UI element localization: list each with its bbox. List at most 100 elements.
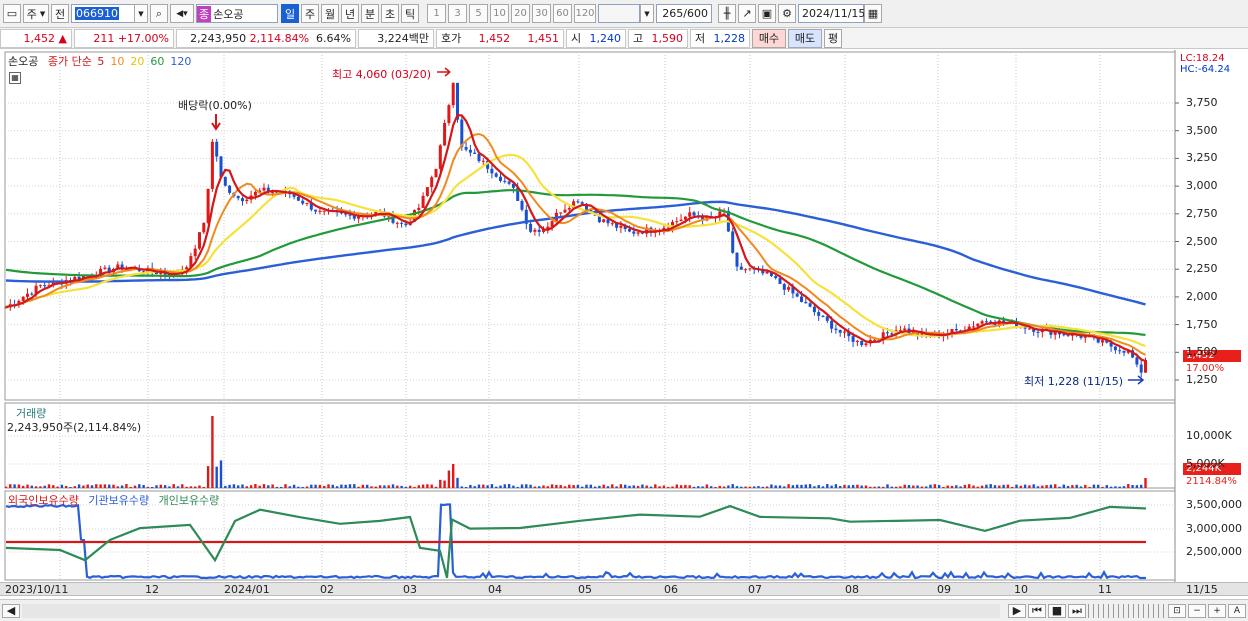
tab-second[interactable]: 초	[381, 4, 399, 23]
scroll-track[interactable]	[22, 603, 1000, 618]
volume-bar	[86, 484, 89, 488]
candle-body	[490, 168, 494, 174]
interval-custom-input[interactable]	[598, 4, 640, 23]
volume-bar	[378, 485, 382, 488]
volume-bar	[1036, 486, 1040, 488]
volume-bar	[202, 486, 205, 488]
stop-button[interactable]: ■	[1048, 603, 1066, 618]
font-size-icon[interactable]: A	[1228, 603, 1246, 618]
buy-button[interactable]: 매수	[752, 28, 786, 48]
volume-bar	[959, 486, 962, 488]
candle-body	[739, 266, 743, 270]
candle-body	[430, 177, 434, 188]
rewind-button[interactable]: ⏮	[1028, 603, 1046, 618]
volume-bar	[602, 484, 605, 488]
minus-icon[interactable]: −	[1188, 603, 1206, 618]
search-icon[interactable]: ⌕	[150, 4, 168, 23]
volume-bar	[159, 484, 162, 488]
interval-120[interactable]: 120	[574, 4, 596, 23]
candle-body	[731, 231, 735, 253]
candle-body	[610, 223, 614, 225]
zoom-slider[interactable]	[1088, 603, 1168, 618]
tab-tick[interactable]: 틱	[401, 4, 419, 23]
table-icon[interactable]: ▦	[9, 72, 21, 84]
save-icon[interactable]: ▣	[758, 4, 776, 23]
volume-bar	[77, 484, 81, 488]
volume-bar	[245, 486, 248, 488]
interval-1[interactable]: 1	[427, 4, 446, 23]
interval-10[interactable]: 10	[490, 4, 509, 23]
volume-bar	[56, 486, 59, 488]
candle-body	[447, 105, 451, 124]
interval-60[interactable]: 60	[553, 4, 572, 23]
stock-name-field[interactable]: 종 손오공	[196, 4, 278, 23]
count-max: /600	[683, 7, 708, 20]
volume-bar	[30, 485, 33, 488]
avg-button[interactable]: 평	[824, 28, 842, 48]
candle-body	[438, 145, 442, 169]
sell-button[interactable]: 매도	[788, 28, 822, 48]
interval-20[interactable]: 20	[511, 4, 530, 23]
date-input[interactable]: 2024/11/15	[798, 4, 865, 23]
volume-bar	[877, 486, 881, 488]
volume-bar	[439, 479, 442, 488]
volume-bar	[765, 486, 769, 488]
volume-bar	[804, 484, 807, 488]
volume-bar	[473, 486, 476, 488]
quote-cell: 호가 1,452 1,451	[436, 28, 564, 48]
candle-body	[602, 219, 606, 223]
window-icon[interactable]: ▭	[3, 4, 21, 23]
tab-year[interactable]: 년	[341, 4, 359, 23]
gear-icon[interactable]: ⚙	[778, 4, 796, 23]
volume-bar	[116, 486, 119, 488]
legend-ma20: 20	[130, 55, 145, 68]
volume-cell: 2,243,950 2,114.84% 6.64%	[176, 28, 356, 48]
zoom-box-icon[interactable]: ⊡	[1168, 603, 1186, 618]
candle-body	[443, 123, 447, 146]
volume-bar	[869, 486, 872, 488]
count-input[interactable]: 265/600	[656, 4, 712, 23]
open-label: 시	[571, 32, 582, 45]
scroll-left-button[interactable]: ◀	[2, 603, 20, 618]
interval-3[interactable]: 3	[448, 4, 467, 23]
legend-ma10: 10	[110, 55, 125, 68]
volume-bar	[168, 486, 171, 488]
scroll-right-button[interactable]: ▶	[1008, 603, 1026, 618]
tab-month[interactable]: 월	[321, 4, 339, 23]
prev-button[interactable]: 전	[51, 4, 69, 23]
volume-bar	[443, 480, 446, 488]
candle-body	[1139, 364, 1143, 373]
volume-bar	[972, 485, 975, 488]
volume-bar	[968, 484, 971, 488]
volume-bar	[327, 484, 330, 488]
candle-body	[679, 219, 683, 222]
calendar-icon[interactable]: ▦	[864, 4, 882, 23]
code-input[interactable]: 066910	[71, 4, 135, 23]
candle-body	[43, 285, 47, 287]
volume-bar	[1071, 485, 1074, 488]
period-week-select[interactable]: 주 ▼	[23, 4, 49, 23]
code-dropdown-button[interactable]: ▼	[134, 4, 148, 23]
forward-button[interactable]: ⏭	[1068, 603, 1086, 618]
tab-week[interactable]: 주	[301, 4, 319, 23]
candle-body	[804, 301, 808, 304]
plus-icon[interactable]: +	[1208, 603, 1226, 618]
candle-body	[559, 212, 563, 214]
volume-bar	[1015, 484, 1018, 488]
interval-dropdown-button[interactable]: ▼	[640, 4, 654, 23]
tab-day[interactable]: 일	[281, 4, 299, 23]
chart-area[interactable]: 손오공 종가 단순 5 10 20 60 120 ▦ LC:18.24 HC:-64.2…	[0, 50, 1248, 603]
speaker-icon[interactable]: ◀▾	[170, 4, 194, 23]
interval-30[interactable]: 30	[532, 4, 551, 23]
volume-bar	[903, 484, 906, 488]
candle-body	[808, 303, 812, 307]
volume-bar	[176, 486, 180, 488]
candle-type-icon[interactable]: ╫	[718, 4, 736, 23]
volume-bar	[125, 484, 128, 488]
tab-minute[interactable]: 분	[361, 4, 379, 23]
candle-body	[38, 285, 42, 287]
trend-tool-icon[interactable]: ↗	[738, 4, 756, 23]
volume-bar	[288, 486, 291, 488]
interval-5[interactable]: 5	[469, 4, 488, 23]
volume-bar	[701, 486, 704, 488]
